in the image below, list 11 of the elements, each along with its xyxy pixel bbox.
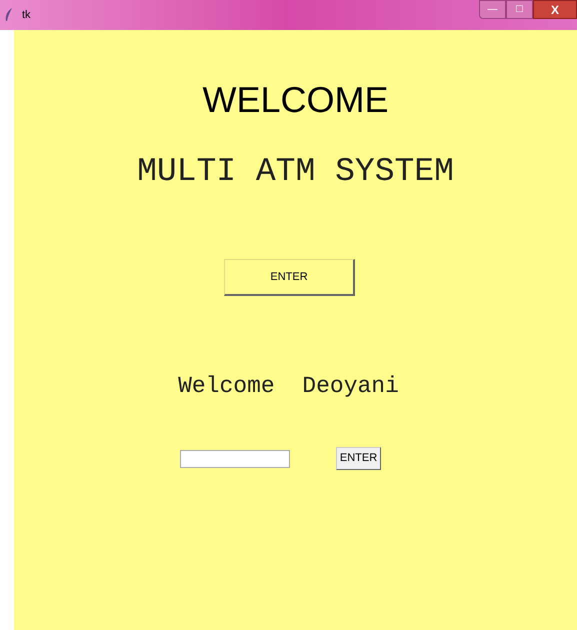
system-title: MULTI ATM SYSTEM — [137, 152, 454, 192]
close-button[interactable]: X — [533, 0, 577, 19]
greeting-text: Welcome Deoyani — [178, 372, 399, 401]
window-title: tk — [22, 8, 31, 23]
maximize-button[interactable]: □ — [506, 0, 533, 19]
welcome-heading: WELCOME — [202, 78, 388, 122]
feather-icon — [4, 8, 14, 22]
enter-button[interactable]: ENTER — [336, 447, 382, 470]
input-field[interactable] — [180, 450, 290, 468]
minimize-button[interactable]: — — [479, 0, 506, 19]
enter-button[interactable]: ENTER — [224, 259, 355, 296]
